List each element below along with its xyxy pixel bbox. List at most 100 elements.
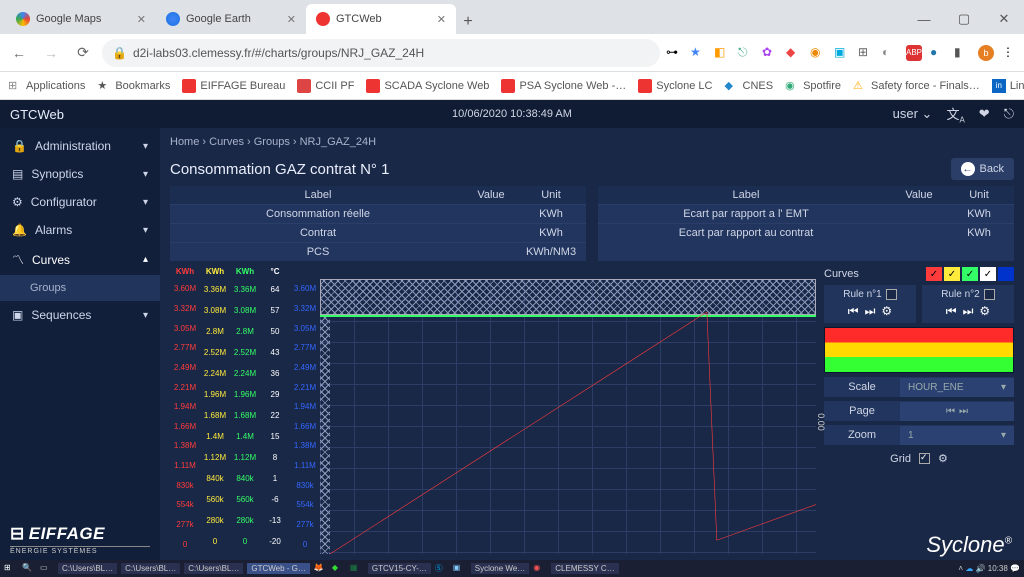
ext-icon[interactable]: ▮ (954, 45, 970, 61)
ext-icon[interactable]: ⎋ (738, 45, 754, 61)
bookmark-item[interactable]: inLinkedin (992, 79, 1024, 93)
gear-icon[interactable]: ⚙ (881, 304, 892, 319)
bookmark-item[interactable]: ◉Spotfire (785, 79, 841, 93)
firefox-icon[interactable]: 🦊 (314, 563, 328, 575)
key-icon[interactable]: ⊶ (666, 45, 682, 61)
new-tab-button[interactable]: + (456, 10, 480, 34)
app-icon[interactable]: ▣ (453, 563, 467, 575)
plot-area[interactable]: 0.00 (320, 279, 816, 554)
page-nav[interactable]: ⏮ ⏭ (900, 402, 1014, 421)
sidebar-item-alarms[interactable]: 🔔Alarms▾ (0, 216, 160, 244)
bookmark-item[interactable]: EIFFAGE Bureau (182, 79, 285, 93)
sidebar-item-synoptics[interactable]: ▤Synoptics▾ (0, 160, 160, 188)
grid-checkbox[interactable] (919, 453, 930, 464)
taskbar-item[interactable]: C:\Users\BL… (58, 563, 117, 574)
crumb-link[interactable]: Groups (254, 136, 290, 148)
profile-icon[interactable]: b (978, 45, 994, 61)
sidebar-item-configurator[interactable]: ⚙Configurator▾ (0, 188, 160, 216)
notifications-icon[interactable]: 💬 (1010, 564, 1020, 573)
url-input[interactable]: 🔒 d2i-labs03.clemessy.fr/#/charts/groups… (102, 39, 660, 67)
taskbar-item[interactable]: Syclone We… (471, 563, 530, 574)
apps-button[interactable]: ⊞Applications (8, 79, 85, 93)
ext-icon[interactable]: ● (930, 45, 946, 61)
browser-tab-active[interactable]: GTCWeb ✕ (306, 4, 456, 34)
bookmark-item[interactable]: Syclone LC (638, 79, 712, 93)
zoom-select[interactable]: 1▾ (900, 426, 1014, 445)
taskbar-item[interactable]: GTCV15-CY-… (368, 563, 431, 574)
taskbar-item[interactable]: C:\Users\BL… (121, 563, 180, 574)
close-icon[interactable]: ✕ (437, 13, 446, 26)
user-menu[interactable]: user ⌄ (893, 106, 933, 122)
ext-icon[interactable]: ⊞ (858, 45, 874, 61)
tray-icon[interactable]: 🔊 (976, 564, 986, 573)
back-button[interactable]: ← (6, 40, 32, 66)
curve-toggle-blue[interactable] (998, 267, 1014, 281)
translate-icon[interactable]: 文A (946, 104, 964, 125)
ext-icon[interactable]: ◧ (714, 45, 730, 61)
skype-icon[interactable]: Ⓢ (435, 563, 449, 575)
rule1-checkbox[interactable] (886, 289, 897, 300)
reload-button[interactable]: ⟳ (70, 40, 96, 66)
rule2-checkbox[interactable] (984, 289, 995, 300)
skip-fwd-icon[interactable]: ⏭ (963, 304, 974, 319)
close-icon[interactable]: ✕ (137, 13, 146, 26)
gear-icon[interactable]: ⚙ (979, 304, 990, 319)
close-icon[interactable]: ✕ (287, 13, 296, 26)
bookmark-item[interactable]: ★Bookmarks (97, 79, 170, 93)
logout-icon[interactable]: ⎋ (1004, 106, 1014, 122)
ext-icon[interactable]: ABP (906, 45, 922, 61)
bookmark-item[interactable]: CCII PF (297, 79, 354, 93)
curve-toggle-green[interactable]: ✓ (962, 267, 978, 281)
star-icon[interactable]: ★ (690, 45, 706, 61)
crumb-link[interactable]: Home (170, 136, 199, 148)
clock[interactable]: 10:38 (988, 564, 1008, 573)
excel-icon[interactable]: ▦ (350, 563, 364, 575)
tray-icon[interactable]: ☁ (965, 564, 973, 573)
rule-2: Rule n°2 ⏮⏭⚙ (922, 285, 1014, 323)
search-icon[interactable]: 🔍 (22, 563, 36, 575)
ext-icon[interactable]: ✿ (762, 45, 778, 61)
crumb-link[interactable]: Curves (209, 136, 244, 148)
ext-icon[interactable]: ▣ (834, 45, 850, 61)
back-button[interactable]: ← Back (951, 158, 1014, 180)
taskbar-item[interactable]: C:\Users\BL… (184, 563, 243, 574)
y-axes: KWh3.60M3.32M3.05M2.77M2.49M2.21M1.94M1.… (170, 267, 320, 554)
scale-select[interactable]: HOUR_ENE ▾ (900, 378, 1014, 397)
start-button[interactable]: ⊞ (4, 563, 18, 575)
task-view-icon[interactable]: ▭ (40, 563, 54, 575)
sidebar-item-administration[interactable]: 🔒Administration▾ (0, 132, 160, 160)
heart-icon[interactable]: ❤ (979, 106, 990, 122)
curve-toggle-white[interactable]: ✓ (980, 267, 996, 281)
ext-icon[interactable]: ◆ (786, 45, 802, 61)
app-icon[interactable]: ◉ (533, 563, 547, 575)
browser-tab[interactable]: Google Maps ✕ (6, 4, 156, 34)
ext-icon[interactable]: ◐ (882, 45, 898, 61)
page-last-icon[interactable]: ⏭ (959, 406, 968, 417)
tray-chevron-icon[interactable]: ˄ (958, 564, 963, 573)
bookmark-item[interactable]: PSA Syclone Web -… (501, 79, 626, 93)
sidebar-item-sequences[interactable]: ▣Sequences▾ (0, 301, 160, 329)
skip-fwd-icon[interactable]: ⏭ (865, 304, 876, 319)
close-button[interactable]: ✕ (984, 4, 1024, 34)
sidebar-subitem-groups[interactable]: Groups (0, 275, 160, 301)
bookmark-item[interactable]: ⚠Safety force - Finals… (853, 79, 980, 93)
curve-toggle-red[interactable]: ✓ (926, 267, 942, 281)
taskbar-tray[interactable]: ˄ ☁ 🔊 10:38 💬 (958, 564, 1020, 573)
sidebar-item-curves[interactable]: 〽Curves▴ (0, 244, 160, 275)
browser-tab[interactable]: Google Earth ✕ (156, 4, 306, 34)
ext-icon[interactable]: ◉ (810, 45, 826, 61)
skip-back-icon[interactable]: ⏮ (848, 304, 859, 319)
maximize-button[interactable]: ▢ (944, 4, 984, 34)
menu-icon[interactable]: ⋮ (1002, 45, 1018, 61)
taskbar-item[interactable]: GTCWeb - G… (247, 563, 310, 574)
minimize-button[interactable]: — (904, 4, 944, 34)
app-icon[interactable]: ◆ (332, 563, 346, 575)
bookmark-item[interactable]: ◆CNES (725, 79, 774, 93)
curve-toggle-yellow[interactable]: ✓ (944, 267, 960, 281)
skip-back-icon[interactable]: ⏮ (946, 304, 957, 319)
bookmark-item[interactable]: SCADA Syclone Web (366, 79, 489, 93)
gear-icon[interactable]: ⚙ (938, 452, 948, 465)
taskbar-item[interactable]: CLEMESSY C… (551, 563, 618, 574)
page-first-icon[interactable]: ⏮ (946, 406, 955, 417)
forward-button[interactable]: → (38, 40, 64, 66)
